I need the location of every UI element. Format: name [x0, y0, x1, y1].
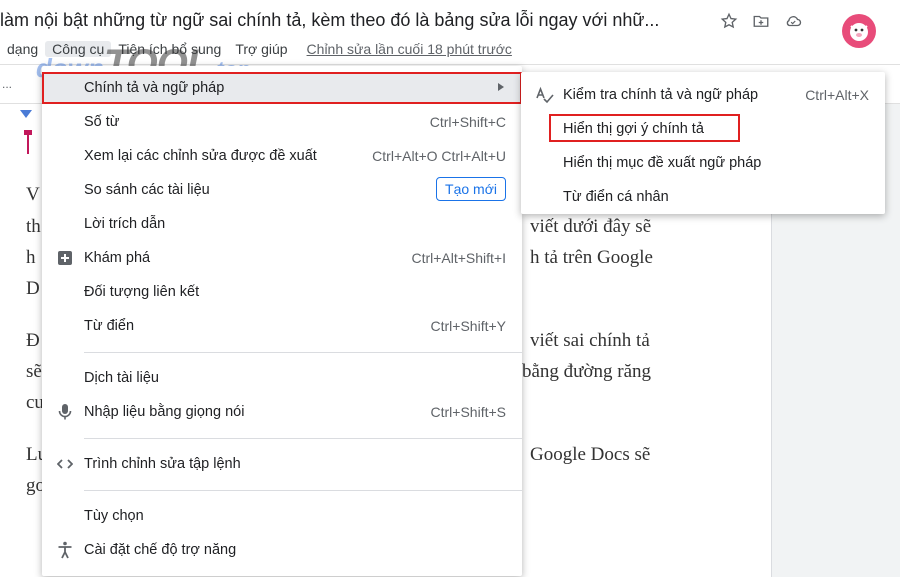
ruler-indent-marker[interactable] — [20, 110, 32, 118]
menu-item-compare-documents[interactable]: So sánh các tài liệu Tạo mới — [42, 174, 522, 206]
doc-line: h — [26, 247, 36, 268]
menu-item-spelling-grammar[interactable]: Chính tả và ngữ pháp — [42, 72, 522, 104]
doc-line: h tả trên Google — [530, 247, 653, 268]
menu-format[interactable]: dạng — [0, 41, 45, 57]
submenu-item-check-spelling[interactable]: Kiểm tra chính tả và ngữ pháp Ctrl+Alt+X — [521, 79, 885, 111]
menu-item-translate-document[interactable]: Dịch tài liệu — [42, 362, 522, 394]
document-title[interactable]: làm nội bật những từ ngữ sai chính tả, k… — [0, 10, 700, 31]
menu-addons[interactable]: Tiện ích bổ sung — [111, 41, 228, 57]
doc-line: viết sai chính tả — [530, 330, 650, 351]
menu-item-explore[interactable]: Khám phá Ctrl+Alt+Shift+I — [42, 242, 522, 274]
submenu-arrow-icon — [498, 83, 504, 91]
doc-line: sẽ — [26, 361, 42, 382]
last-edit-link[interactable]: Chỉnh sửa lần cuối 18 phút trước — [307, 41, 512, 57]
menu-item-review-suggested-edits[interactable]: Xem lại các chỉnh sửa được đề xuất Ctrl+… — [42, 140, 522, 172]
menu-divider — [84, 438, 522, 439]
doc-line: V — [26, 184, 40, 205]
accessibility-icon — [56, 541, 74, 559]
menu-tools[interactable]: Công cụ — [45, 41, 112, 57]
title-icons — [718, 10, 804, 32]
menu-item-script-editor[interactable]: Trình chỉnh sửa tập lệnh — [42, 448, 522, 480]
star-icon[interactable] — [718, 10, 740, 32]
menu-item-voice-typing[interactable]: Nhập liệu bằng giọng nói Ctrl+Shift+S — [42, 396, 522, 428]
code-icon — [56, 455, 74, 473]
microphone-icon — [56, 403, 74, 421]
menu-divider — [84, 352, 522, 353]
submenu-item-personal-dictionary[interactable]: Từ điển cá nhân — [521, 181, 885, 213]
doc-line: viết dưới đây sẽ — [530, 216, 652, 237]
menu-item-dictionary[interactable]: Từ điển Ctrl+Shift+Y — [42, 310, 522, 342]
doc-line: th — [26, 216, 41, 237]
spellcheck-icon — [535, 86, 555, 104]
tools-menu: Chính tả và ngữ pháp Số từ Ctrl+Shift+C … — [42, 66, 522, 576]
submenu-item-show-grammar-suggestions[interactable]: Hiển thị mục đề xuất ngữ pháp — [521, 147, 885, 179]
menu-item-accessibility-settings[interactable]: Cài đặt chế độ trợ năng — [42, 534, 522, 566]
menu-divider — [84, 490, 522, 491]
menu-bar: dạng Công cụ Tiện ích bổ sung Trợ giúp C… — [0, 38, 512, 60]
menu-item-linked-objects[interactable]: Đối tượng liên kết — [42, 276, 522, 308]
text-cursor — [27, 132, 29, 154]
app-header: làm nội bật những từ ngữ sai chính tả, k… — [0, 0, 900, 64]
cloud-status-icon[interactable] — [782, 10, 804, 32]
menu-item-word-count[interactable]: Số từ Ctrl+Shift+C — [42, 106, 522, 138]
explore-plus-icon — [56, 249, 74, 267]
move-to-folder-icon[interactable] — [750, 10, 772, 32]
doc-line: Google Docs sẽ — [530, 444, 651, 465]
menu-item-citations[interactable]: Lời trích dẫn — [42, 208, 522, 240]
menu-item-preferences[interactable]: Tùy chọn — [42, 500, 522, 532]
submenu-item-show-spelling-suggestions[interactable]: Hiển thị gợi ý chính tả — [521, 113, 885, 145]
menu-help[interactable]: Trợ giúp — [228, 41, 294, 57]
spelling-grammar-submenu: Kiểm tra chính tả và ngữ pháp Ctrl+Alt+X… — [521, 72, 885, 214]
doc-line: Đ — [26, 330, 40, 351]
new-badge: Tạo mới — [436, 177, 506, 201]
toolbar-overflow[interactable]: ... — [2, 77, 12, 91]
doc-line: D — [26, 278, 40, 299]
doc-line: bằng đường răng — [522, 361, 652, 382]
avatar-icon[interactable] — [842, 14, 876, 48]
